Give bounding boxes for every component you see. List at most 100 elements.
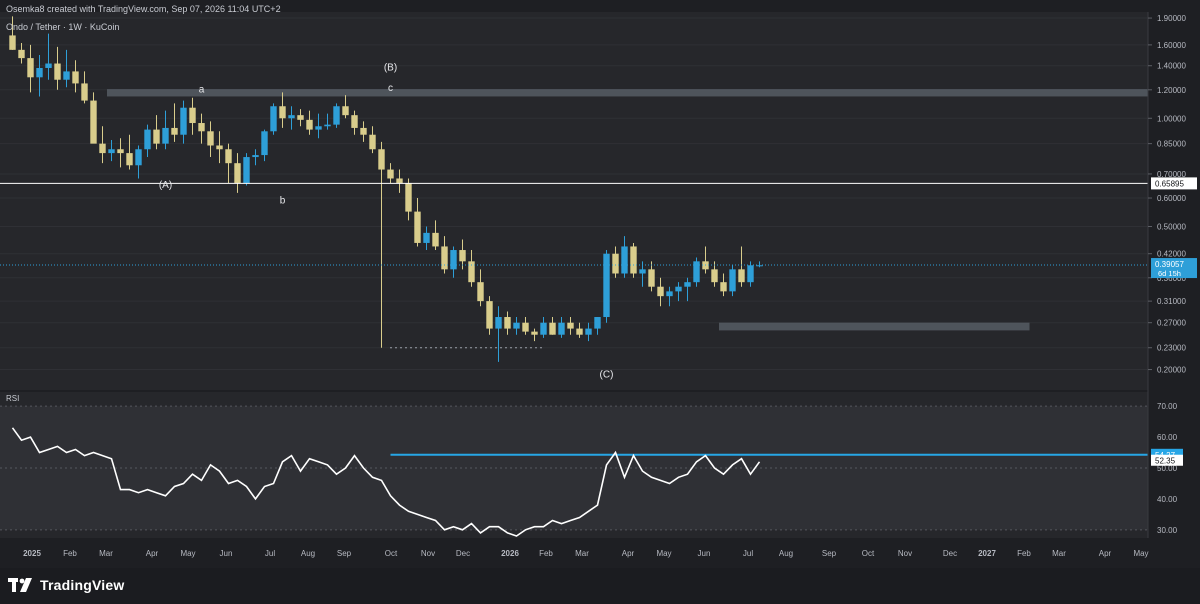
time-tick-label: Jul xyxy=(743,549,753,558)
candle-body xyxy=(207,131,214,146)
candle-body xyxy=(369,134,376,150)
time-tick-label: Sep xyxy=(822,549,837,558)
candle-body xyxy=(558,322,565,335)
candle-body xyxy=(306,119,313,130)
chart-frame: (A) a b (B) c (C) 1.90000 1.60000 1.40000 1.2000… xyxy=(0,0,1200,604)
wave-label: (A) xyxy=(159,180,172,191)
candle-body xyxy=(162,127,169,144)
candle-body xyxy=(612,253,619,274)
candle-body xyxy=(351,115,358,128)
candle-body xyxy=(432,232,439,247)
candle-body xyxy=(126,153,133,166)
symbol-title: Ondo / Tether · 1W · KuCoin xyxy=(6,22,119,32)
time-tick-label: Feb xyxy=(63,549,77,558)
candle-body xyxy=(333,106,340,125)
candle-body xyxy=(144,129,151,150)
candle-body xyxy=(729,269,736,292)
candle-body xyxy=(585,328,592,335)
candle-body xyxy=(378,149,385,170)
candle-body xyxy=(396,178,403,184)
time-tick-label: Jul xyxy=(265,549,275,558)
candle-body xyxy=(675,286,682,292)
candle-body xyxy=(621,246,628,274)
candle-body xyxy=(324,124,331,127)
time-tick-label: Apr xyxy=(622,549,635,558)
candle-body xyxy=(603,253,610,318)
candle-body xyxy=(297,115,304,120)
candle-body xyxy=(36,67,43,78)
candle-body xyxy=(459,250,466,262)
rsi-tick-label: 60.00 xyxy=(1157,433,1178,442)
candle-body xyxy=(567,322,574,329)
candle-body xyxy=(594,317,601,329)
candle-body xyxy=(279,106,286,119)
countdown-tag: 6d 15h xyxy=(1158,269,1181,278)
candle-body xyxy=(450,250,457,270)
candle-body xyxy=(666,291,673,297)
candle-body xyxy=(630,246,637,274)
time-tick-label: May xyxy=(1133,549,1148,558)
candle-body xyxy=(45,63,52,68)
candle-body xyxy=(693,261,700,283)
candle-body xyxy=(54,63,61,80)
candle-body xyxy=(189,107,196,124)
price-tick-label: 1.20000 xyxy=(1157,86,1186,95)
candle-body xyxy=(738,269,745,283)
candle-body xyxy=(405,183,412,212)
wave-label: a xyxy=(199,84,205,95)
time-tick-label: Feb xyxy=(539,549,553,558)
candle-body xyxy=(261,131,268,156)
time-axis[interactable]: 2025 Feb Mar Apr May Jun Jul Aug Sep Oct Nov Dec 202… xyxy=(0,540,1200,566)
time-tick-label: Mar xyxy=(99,549,113,558)
time-tick-label: Aug xyxy=(301,549,315,558)
candle-body xyxy=(234,163,241,184)
candle-body xyxy=(315,126,322,130)
time-tick-label: Feb xyxy=(1017,549,1031,558)
candle-body xyxy=(117,149,124,154)
candle-body xyxy=(684,282,691,287)
candle-body xyxy=(252,155,259,158)
time-tick-label: 2027 xyxy=(978,549,996,558)
candle-body xyxy=(360,127,367,135)
credit-line: Osemka8 created with TradingView.com, Se… xyxy=(6,4,281,14)
rsi-value-tag: 52.35 xyxy=(1155,457,1176,466)
price-tick-label: 1.90000 xyxy=(1157,14,1186,23)
support-resistance-zone xyxy=(719,322,1030,331)
rsi-title: RSI xyxy=(6,394,19,403)
candle-body xyxy=(549,322,556,335)
time-tick-label: Oct xyxy=(385,549,398,558)
tradingview-logo[interactable]: TradingView xyxy=(8,575,124,595)
price-tick-label: 1.60000 xyxy=(1157,41,1186,50)
candle-body xyxy=(747,265,754,283)
rsi-tick-label: 70.00 xyxy=(1157,402,1178,411)
price-tick-label: 1.00000 xyxy=(1157,114,1186,123)
time-tick-label: Mar xyxy=(575,549,589,558)
price-tick-label: 0.60000 xyxy=(1157,194,1186,203)
candle-body xyxy=(657,286,664,297)
time-tick-label: Sep xyxy=(337,549,352,558)
rsi-tick-label: 40.00 xyxy=(1157,495,1178,504)
support-resistance-zone xyxy=(107,89,1148,97)
wave-label: (C) xyxy=(600,370,614,381)
candle-body xyxy=(468,261,475,283)
candle-body xyxy=(387,169,394,179)
time-tick-label: Jun xyxy=(220,549,233,558)
candle-body xyxy=(9,35,16,50)
price-tick-label: 0.20000 xyxy=(1157,366,1186,375)
candle-body xyxy=(423,232,430,243)
price-tick-label: 0.50000 xyxy=(1157,222,1186,231)
candle-body xyxy=(495,317,502,329)
candle-body xyxy=(522,322,529,332)
candle-body xyxy=(576,328,583,335)
time-tick-label: Dec xyxy=(943,549,957,558)
level-price-tag: 0.65895 xyxy=(1155,179,1184,188)
time-tick-label: May xyxy=(180,549,195,558)
price-panel[interactable] xyxy=(0,12,1148,390)
time-tick-label: 2025 xyxy=(23,549,41,558)
candle-body xyxy=(171,127,178,135)
candle-body xyxy=(270,106,277,132)
tradingview-icon xyxy=(8,578,32,592)
candle-body xyxy=(342,106,349,116)
candle-body xyxy=(441,246,448,270)
time-tick-label: 2026 xyxy=(501,549,519,558)
